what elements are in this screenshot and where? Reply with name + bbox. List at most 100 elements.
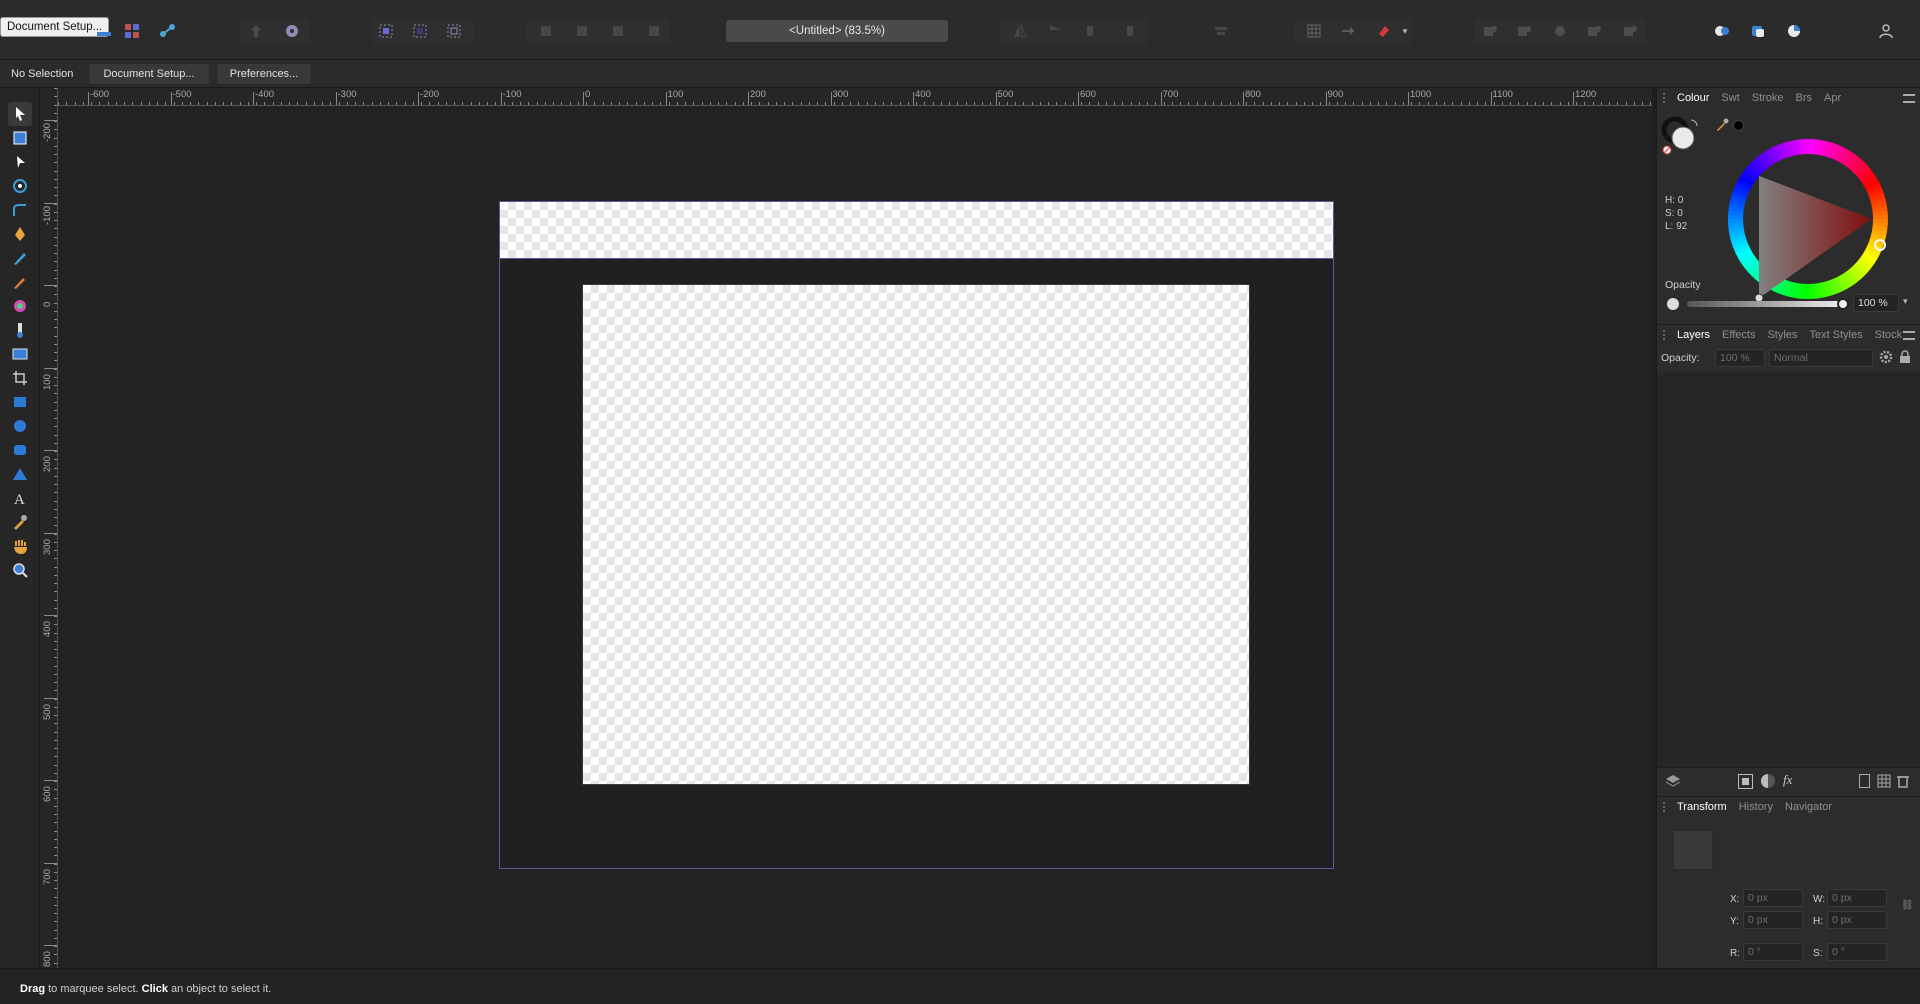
node-tool-icon[interactable] <box>8 150 32 174</box>
tab-styles[interactable]: Styles <box>1767 329 1797 341</box>
opacity-slider[interactable] <box>1687 301 1841 307</box>
layers-list[interactable] <box>1657 372 1920 767</box>
panel-grip[interactable] <box>1663 802 1667 812</box>
rotate-left-icon[interactable] <box>1080 19 1104 43</box>
blend-mode-select[interactable]: Normal <box>1769 349 1873 367</box>
ellipse-tool-icon[interactable] <box>8 414 32 438</box>
w-field[interactable]: 0 px <box>1827 889 1887 907</box>
move-back-icon[interactable] <box>534 19 558 43</box>
move-tool-icon[interactable] <box>8 102 32 126</box>
corner-tool-icon[interactable] <box>8 198 32 222</box>
triangle-tool-icon[interactable] <box>8 462 32 486</box>
fill-tool-icon[interactable] <box>8 294 32 318</box>
layer-settings-gear-icon[interactable] <box>1879 350 1893 364</box>
tab-effects[interactable]: Effects <box>1722 329 1755 341</box>
rotation-field[interactable]: 0 ° <box>1743 943 1803 961</box>
subtract-boolean-icon[interactable] <box>1512 19 1536 43</box>
rounded-rectangle-icon[interactable] <box>8 438 32 462</box>
fill-stroke-wells[interactable] <box>1661 116 1701 156</box>
document-setup-button[interactable]: Document Setup... <box>88 63 210 85</box>
mask-layer-icon[interactable] <box>1738 774 1753 789</box>
tab-history[interactable]: History <box>1739 801 1773 813</box>
artboard[interactable] <box>499 201 1334 869</box>
panel-menu-icon[interactable] <box>1903 331 1915 340</box>
transparency-tool-icon[interactable] <box>8 318 32 342</box>
zoom-tool-icon[interactable] <box>8 558 32 582</box>
layer-opacity-field[interactable]: 100 % <box>1715 349 1765 367</box>
tab-text-styles[interactable]: Text Styles <box>1809 329 1862 341</box>
panel-menu-icon[interactable] <box>1903 94 1915 103</box>
grid-icon[interactable] <box>1302 19 1326 43</box>
sync-settings-icon[interactable] <box>280 19 304 43</box>
move-front-icon[interactable] <box>642 19 666 43</box>
layers-stack-icon[interactable] <box>1665 774 1681 788</box>
pen-tool-icon[interactable] <box>8 222 32 246</box>
vector-brush-icon[interactable] <box>8 270 32 294</box>
pencil-tool-icon[interactable] <box>8 246 32 270</box>
transparent-image-area[interactable] <box>582 284 1250 785</box>
persona-export-icon[interactable] <box>120 19 144 43</box>
colour-opacity-field[interactable]: 100 % <box>1853 294 1899 312</box>
delete-layer-icon[interactable] <box>1897 774 1909 788</box>
forward-one-icon[interactable] <box>606 19 630 43</box>
divide-boolean-icon[interactable] <box>1618 19 1642 43</box>
text-tool-icon[interactable]: A <box>8 486 32 510</box>
colour-opacity-dropdown-icon[interactable]: ▾ <box>1903 296 1908 307</box>
share-icon[interactable] <box>156 19 180 43</box>
insert-top-icon[interactable] <box>1782 19 1806 43</box>
opacity-slider-handle[interactable] <box>1837 298 1849 310</box>
align-icon[interactable] <box>1209 19 1233 43</box>
tab-navigator[interactable]: Navigator <box>1785 801 1832 813</box>
y-field[interactable]: 0 px <box>1743 911 1803 929</box>
shear-field[interactable]: 0 ° <box>1827 943 1887 961</box>
new-layer-icon[interactable] <box>1859 774 1870 788</box>
insert-behind-icon[interactable] <box>1746 19 1770 43</box>
flip-vertical-icon[interactable] <box>1044 19 1068 43</box>
tab-transform[interactable]: Transform <box>1677 801 1727 813</box>
link-dimensions-icon[interactable]: ⛓ <box>1901 900 1914 911</box>
invert-selection-icon[interactable] <box>442 19 466 43</box>
tab-stroke[interactable]: Stroke <box>1752 92 1784 104</box>
snapping-magnet-icon[interactable] <box>1372 19 1396 43</box>
canvas-area[interactable] <box>58 106 1652 968</box>
preferences-button[interactable]: Preferences... <box>216 63 312 85</box>
fx-icon[interactable]: fx <box>1783 772 1792 788</box>
contour-tool-icon[interactable] <box>8 174 32 198</box>
intersect-boolean-icon[interactable] <box>1548 19 1572 43</box>
tab-appearance[interactable]: Apr <box>1824 92 1841 104</box>
lock-icon[interactable] <box>1899 350 1911 364</box>
tab-brushes[interactable]: Brs <box>1796 92 1813 104</box>
transparent-strip[interactable] <box>500 202 1333 259</box>
panel-grip[interactable] <box>1663 330 1667 340</box>
colour-wheel[interactable] <box>1719 130 1897 308</box>
rectangle-tool-icon[interactable] <box>8 390 32 414</box>
tab-colour[interactable]: Colour <box>1677 92 1709 104</box>
flip-horizontal-icon[interactable] <box>1008 19 1032 43</box>
back-one-icon[interactable] <box>570 19 594 43</box>
snapping-dropdown-icon[interactable]: ▾ <box>1398 19 1412 43</box>
rotate-right-icon[interactable] <box>1116 19 1140 43</box>
deselect-icon[interactable] <box>408 19 432 43</box>
select-all-icon[interactable] <box>374 19 398 43</box>
tab-swatches[interactable]: Swt <box>1721 92 1739 104</box>
document-title[interactable]: <Untitled> (83.5%) <box>726 20 948 42</box>
tab-stock[interactable]: Stock <box>1875 329 1903 341</box>
crop-tool-icon[interactable] <box>8 366 32 390</box>
x-field[interactable]: 0 px <box>1743 889 1803 907</box>
insert-inside-icon[interactable] <box>1710 19 1734 43</box>
hand-tool-icon[interactable] <box>8 534 32 558</box>
adjustment-layer-icon[interactable] <box>1761 774 1775 788</box>
anchor-selector[interactable] <box>1673 830 1713 870</box>
sync-up-icon[interactable] <box>244 19 268 43</box>
color-picker-icon[interactable] <box>8 510 32 534</box>
xor-boolean-icon[interactable] <box>1582 19 1606 43</box>
vertical-ruler[interactable]: -200 -100 0 100 200 300 400 500 600 700 800 <box>40 88 58 968</box>
user-account-icon[interactable] <box>1874 19 1898 43</box>
persona-pixel-icon[interactable] <box>92 19 116 43</box>
group-layers-icon[interactable] <box>1877 774 1891 788</box>
place-image-icon[interactable] <box>8 342 32 366</box>
add-boolean-icon[interactable] <box>1478 19 1502 43</box>
h-field[interactable]: 0 px <box>1827 911 1887 929</box>
tab-layers[interactable]: Layers <box>1677 329 1710 341</box>
horizontal-ruler[interactable]: -600 -500 -400 -300 -200 -100 0 100 200 300 400 500… <box>58 88 1652 106</box>
